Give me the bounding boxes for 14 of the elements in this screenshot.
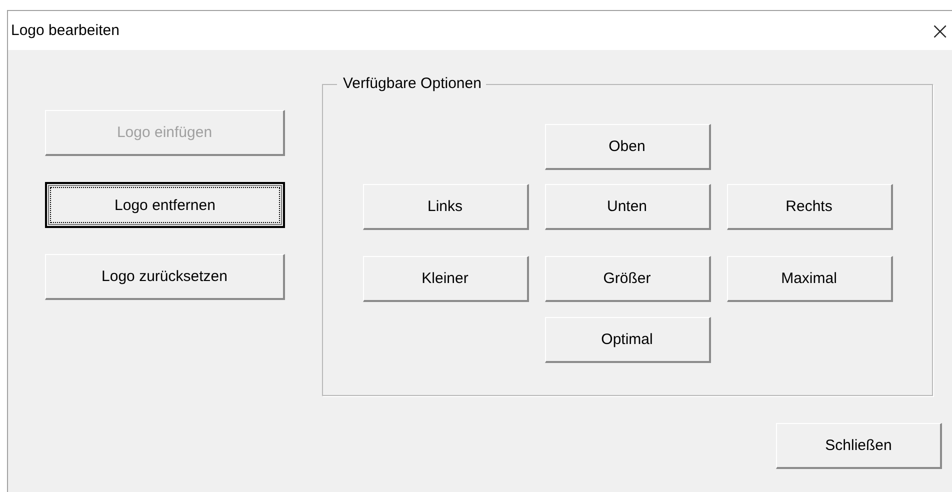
option-button[interactable]: Maximal [726,256,892,302]
window-title: Logo bearbeiten [11,22,120,39]
option-button[interactable]: Kleiner [362,256,528,302]
option-button[interactable]: Links [362,184,528,230]
logo-button[interactable]: Logo zurücksetzen [45,254,285,300]
option-button[interactable]: Optimal [544,317,710,363]
logo-button[interactable]: Logo entfernen [45,182,285,228]
option-button[interactable]: Oben [544,124,710,170]
option-button[interactable]: Rechts [726,184,892,230]
close-dialog-button[interactable]: Schließen [776,423,942,469]
option-button[interactable]: Größer [544,256,710,302]
option-button[interactable]: Unten [544,184,710,230]
group-title: Verfügbare Optionen [337,75,486,92]
close-button[interactable]: × [928,16,952,44]
